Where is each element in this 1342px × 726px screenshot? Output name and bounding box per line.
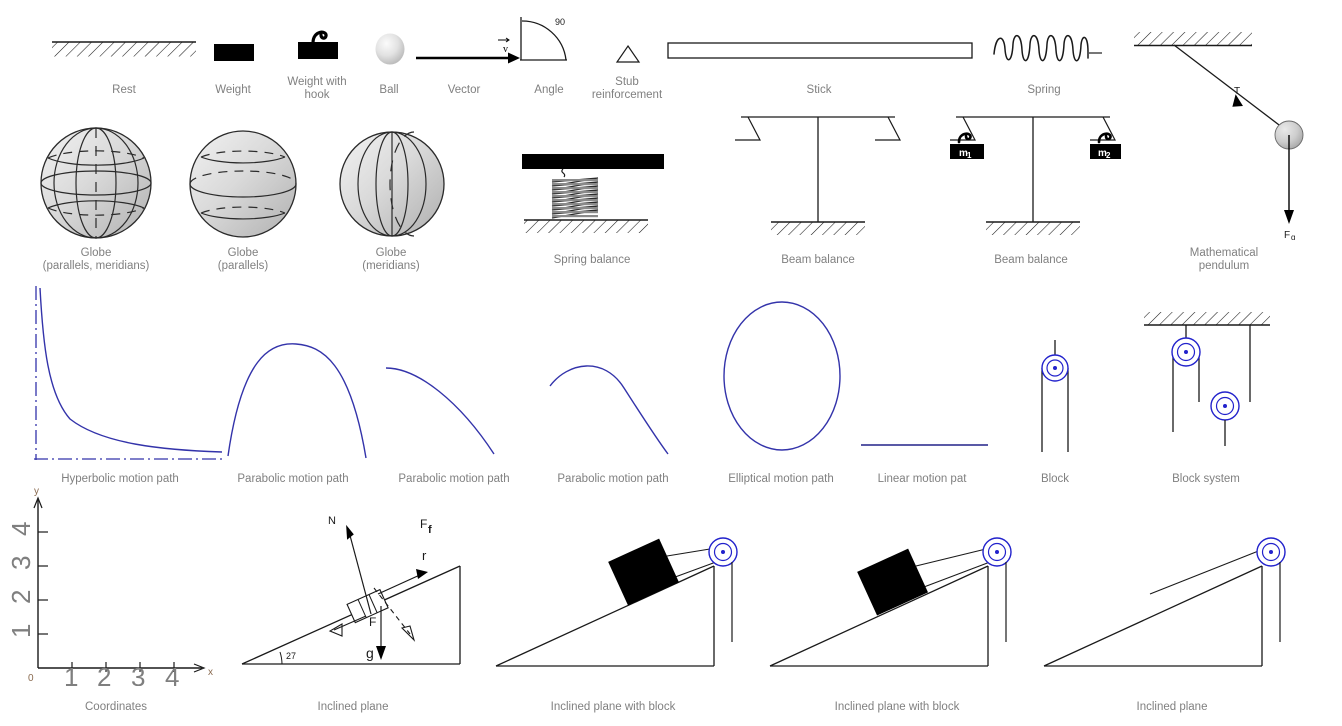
caption-parabolic-motion-path-1: Parabolic motion path xyxy=(237,473,349,485)
caption-stub-reinforcement: Stub reinforcement xyxy=(591,76,663,101)
force-friction-subscript: f xyxy=(428,524,432,536)
caption-block-system: Block system xyxy=(1172,473,1240,485)
caption-inclined-plane-forces: Inclined plane xyxy=(317,701,389,713)
x-tick-label-2: 2 xyxy=(97,662,111,686)
symbols-canvas: v 90 T F g m 1 m 2 0 x y 1 2 3 4 27 N r … xyxy=(0,0,1342,726)
y-tick-label-1: 1 xyxy=(10,624,36,638)
incline-angle-label: 27 xyxy=(286,651,296,661)
symbol-globe-meridians[interactable] xyxy=(339,129,445,239)
caption-spring-balance: Spring balance xyxy=(553,254,631,266)
gravity-force-label: F xyxy=(1284,230,1290,240)
caption-globe-parallels: Globe (parallels) xyxy=(217,247,269,272)
caption-mathematical-pendulum: Mathematical pendulum xyxy=(1189,247,1259,272)
symbol-elliptical-motion-path[interactable] xyxy=(721,300,843,452)
symbol-inclined-plane-with-block-1[interactable] xyxy=(492,530,742,672)
angle-value-label: 90 xyxy=(555,17,565,27)
symbol-rest[interactable] xyxy=(50,38,198,64)
mass-2-subscript: 2 xyxy=(1106,151,1111,160)
symbol-vector[interactable]: v xyxy=(414,30,522,66)
caption-inclined-plane-with-block-1: Inclined plane with block xyxy=(550,701,676,713)
caption-coordinates: Coordinates xyxy=(84,701,148,713)
force-r-label: r xyxy=(422,548,427,563)
symbol-block-system[interactable] xyxy=(1140,310,1276,456)
gravity-force-subscript: g xyxy=(1291,233,1295,240)
caption-weight-with-hook: Weight with hook xyxy=(287,76,347,101)
symbol-inclined-plane-plain[interactable] xyxy=(1040,530,1290,672)
y-tick-label-2: 2 xyxy=(10,590,36,604)
symbol-stick[interactable] xyxy=(667,42,973,62)
symbol-mathematical-pendulum[interactable]: T F g xyxy=(1132,28,1332,240)
caption-globe-meridians: Globe (meridians) xyxy=(362,247,420,272)
force-normal-label: N xyxy=(328,515,336,527)
symbol-beam-balance-with-masses[interactable]: m 1 m 2 xyxy=(945,112,1121,244)
symbol-globe-parallels[interactable] xyxy=(188,129,298,239)
symbol-coordinates[interactable]: 0 x y 1 2 3 4 1 2 3 4 xyxy=(10,486,224,686)
caption-beam-balance-masses: Beam balance xyxy=(994,254,1068,266)
symbol-linear-motion-path[interactable] xyxy=(860,440,990,450)
caption-globe-parallels-meridians: Globe (parallels, meridians) xyxy=(42,247,150,272)
caption-block: Block xyxy=(1040,473,1070,485)
axis-x-label: x xyxy=(208,667,213,678)
symbol-stub-reinforcement[interactable] xyxy=(614,44,642,64)
symbol-beam-balance[interactable] xyxy=(730,112,906,244)
symbol-parabolic-motion-path-3[interactable] xyxy=(546,346,692,458)
caption-rest: Rest xyxy=(112,84,136,96)
symbol-parabolic-motion-path-1[interactable] xyxy=(222,338,372,460)
symbol-inclined-plane-with-block-2[interactable] xyxy=(766,530,1016,672)
caption-vector: Vector xyxy=(447,84,481,96)
axis-y-label: y xyxy=(34,486,39,497)
caption-spring: Spring xyxy=(1027,84,1061,96)
caption-stick: Stick xyxy=(806,84,832,96)
y-tick-label-4: 4 xyxy=(10,522,36,536)
force-F-label: F xyxy=(369,615,376,629)
caption-parabolic-motion-path-3: Parabolic motion path xyxy=(557,473,669,485)
caption-hyperbolic-motion-path: Hyperbolic motion path xyxy=(61,473,179,485)
caption-angle: Angle xyxy=(534,84,564,96)
axis-origin-label: 0 xyxy=(28,673,34,684)
force-friction-label: F xyxy=(420,517,427,531)
symbol-spring-balance[interactable] xyxy=(516,152,672,242)
caption-weight: Weight xyxy=(215,84,251,96)
caption-ball: Ball xyxy=(379,84,399,96)
symbol-weight-with-hook[interactable] xyxy=(296,24,340,66)
vector-label: v xyxy=(503,44,508,55)
symbol-globe-parallels-meridians[interactable] xyxy=(39,126,153,240)
symbol-hyperbolic-motion-path[interactable] xyxy=(22,284,232,464)
symbol-ball[interactable] xyxy=(374,33,406,65)
tension-label: T xyxy=(1234,86,1240,97)
caption-elliptical-motion-path: Elliptical motion path xyxy=(728,473,834,485)
caption-inclined-plane-plain: Inclined plane xyxy=(1136,701,1208,713)
y-tick-label-3: 3 xyxy=(10,556,36,570)
x-tick-label-1: 1 xyxy=(64,662,78,686)
symbol-inclined-plane-forces[interactable]: 27 N r F f F g xyxy=(238,506,474,670)
mass-1-subscript: 1 xyxy=(967,151,972,160)
caption-beam-balance: Beam balance xyxy=(781,254,855,266)
symbol-block[interactable] xyxy=(1026,338,1086,456)
force-gravity-label: g xyxy=(366,645,374,661)
symbol-angle[interactable]: 90 xyxy=(517,14,581,66)
caption-linear-motion-path: Linear motion pat xyxy=(877,473,967,485)
caption-parabolic-motion-path-2: Parabolic motion path xyxy=(398,473,510,485)
x-tick-label-4: 4 xyxy=(165,662,179,686)
symbol-parabolic-motion-path-2[interactable] xyxy=(384,346,530,458)
symbol-spring[interactable] xyxy=(992,28,1104,70)
symbol-weight[interactable] xyxy=(214,44,254,62)
x-tick-label-3: 3 xyxy=(131,662,145,686)
caption-inclined-plane-with-block-2: Inclined plane with block xyxy=(834,701,960,713)
